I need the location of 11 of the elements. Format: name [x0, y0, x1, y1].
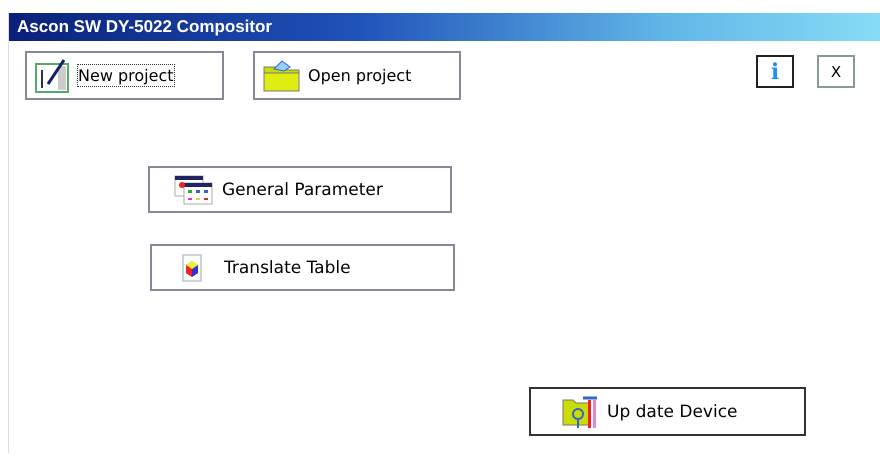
close-button[interactable]: X [817, 55, 855, 88]
cube-document-icon [182, 252, 202, 282]
pencil-frame-icon [34, 58, 72, 94]
window-title: Ascon SW DY-5022 Compositor [17, 17, 272, 37]
window-grid-icon [174, 174, 214, 204]
toolbar-button[interactable]: New project [25, 51, 224, 100]
action-button[interactable]: General Parameter [148, 166, 452, 213]
update-device-button[interactable]: Up date Device [529, 387, 806, 436]
toolbar-button[interactable]: Open project [253, 51, 461, 100]
action-button[interactable]: Translate Table [150, 244, 455, 291]
folder-icon [262, 58, 302, 92]
